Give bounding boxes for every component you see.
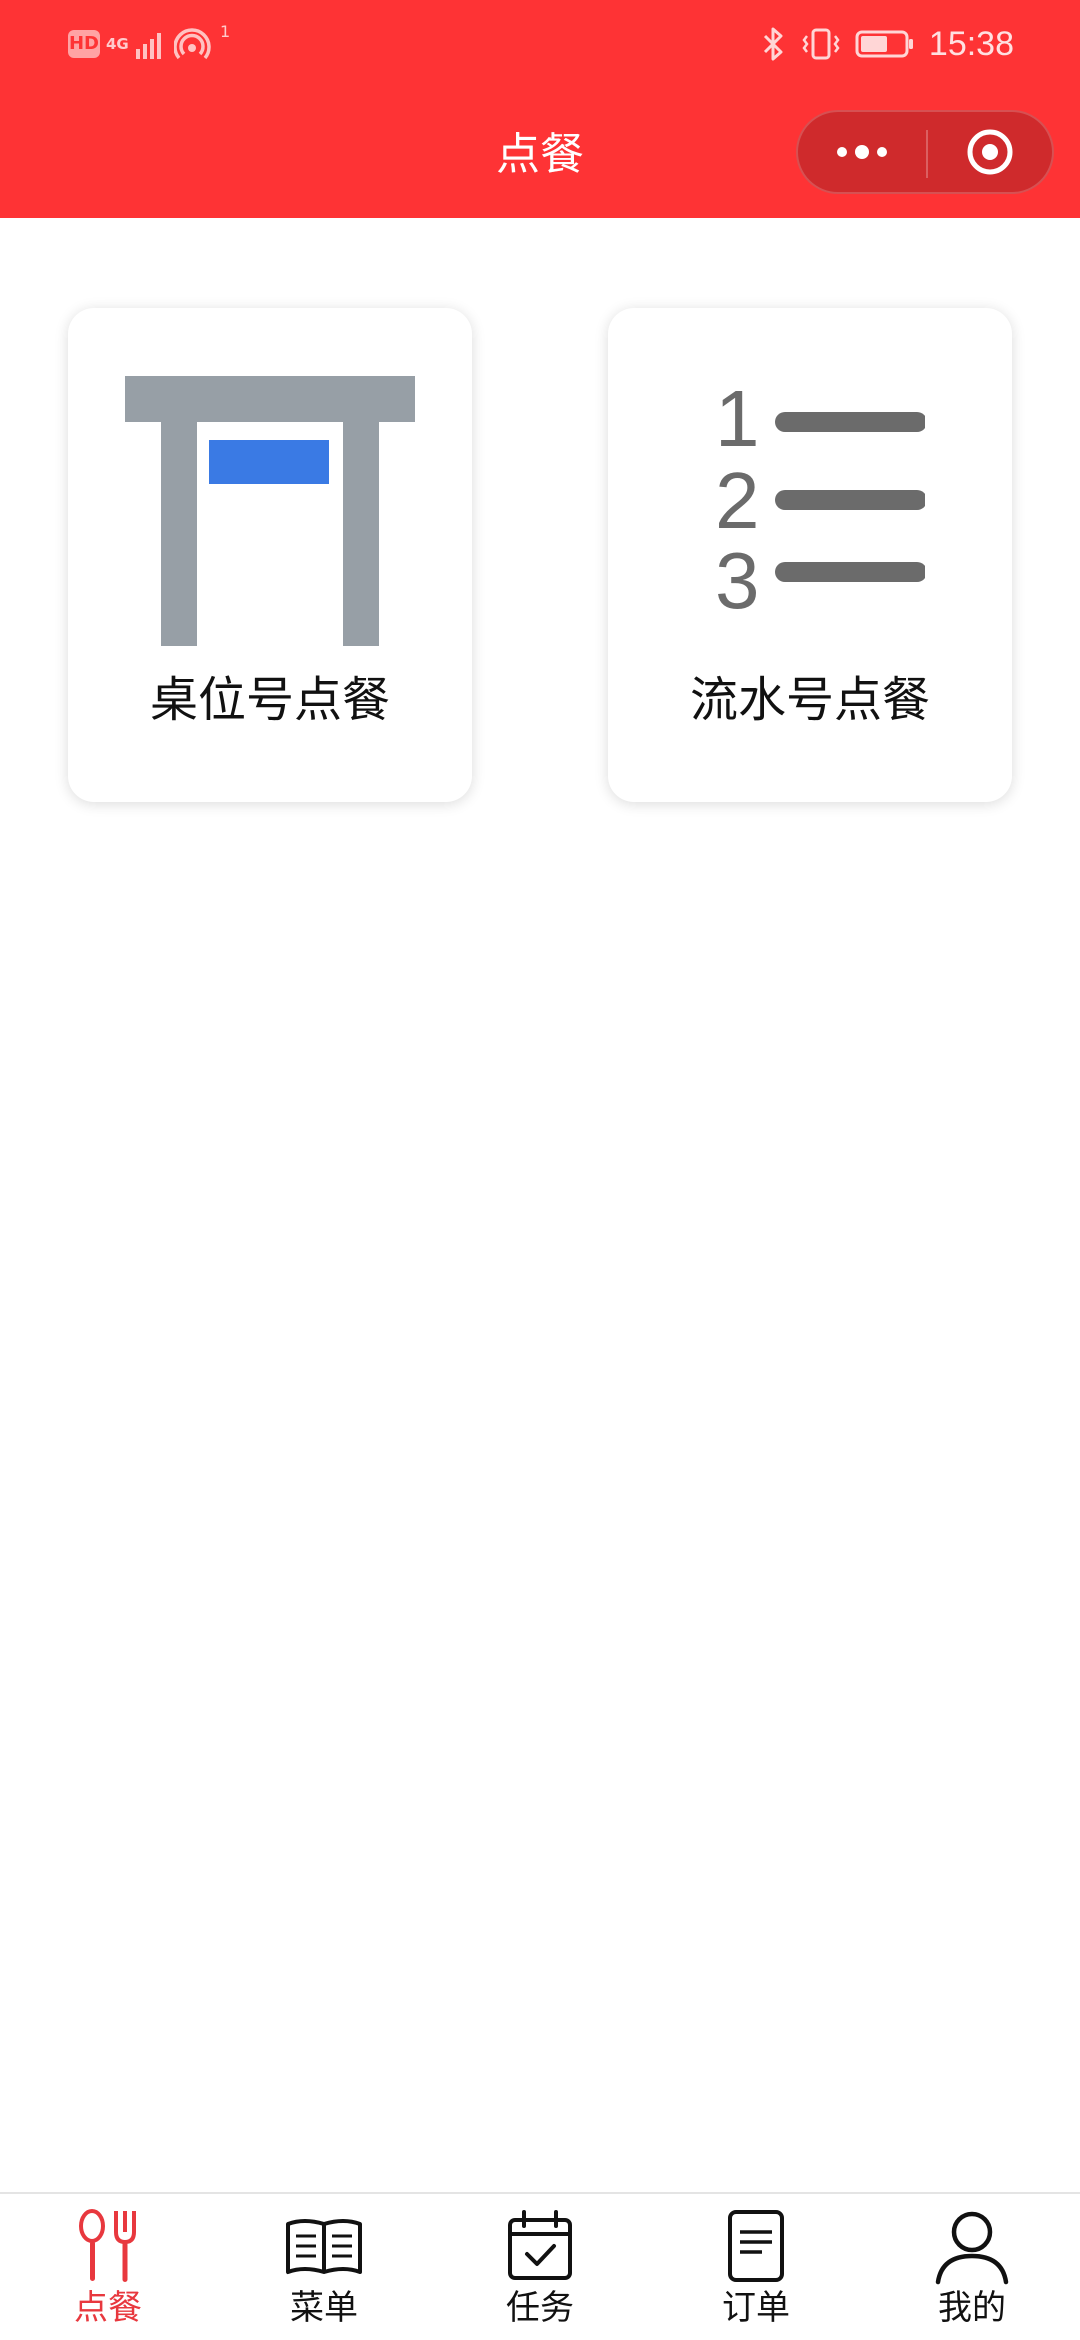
status-time: 15:38 <box>928 24 1014 63</box>
person-icon <box>932 2206 1012 2286</box>
more-dot-icon <box>877 147 887 157</box>
tab-order[interactable]: 点餐 <box>0 2194 216 2340</box>
status-bar: HD 4G 1 15:38 <box>0 0 1080 88</box>
tab-label: 我的 <box>938 2288 1006 2328</box>
close-miniprogram-button[interactable] <box>928 112 1052 192</box>
tab-label: 点餐 <box>74 2288 142 2328</box>
target-close-icon <box>967 129 1013 175</box>
table-number-order-card[interactable]: 桌位号点餐 <box>68 308 472 802</box>
list-number-2: 2 <box>715 456 760 545</box>
bluetooth-icon <box>763 27 783 61</box>
tab-label: 菜单 <box>290 2288 358 2328</box>
more-dot-icon <box>837 147 847 157</box>
battery-icon <box>855 30 913 58</box>
list-number-1: 1 <box>715 376 760 463</box>
signal-icon <box>136 33 161 59</box>
miniprogram-capsule <box>796 110 1054 194</box>
tab-orders[interactable]: 订单 <box>648 2194 864 2340</box>
network-type-label: 4G <box>106 34 129 53</box>
tab-label: 任务 <box>506 2288 574 2328</box>
serial-number-order-card[interactable]: 1 2 3 流水号点餐 <box>608 308 1012 802</box>
list-number-3: 3 <box>715 536 760 616</box>
status-right: 15:38 <box>761 22 1014 66</box>
hotspot-icon <box>174 28 211 60</box>
tab-tasks[interactable]: 任务 <box>432 2194 648 2340</box>
open-book-icon <box>284 2206 364 2286</box>
vibrate-icon <box>802 28 840 60</box>
bottom-tab-bar: 点餐 菜单 任务 订单 我的 <box>0 2192 1080 2340</box>
document-icon <box>716 2206 796 2286</box>
table-icon <box>125 376 415 650</box>
status-left: HD 4G 1 <box>68 22 242 66</box>
numbered-list-icon: 1 2 3 <box>695 374 927 625</box>
spoon-fork-icon <box>68 2206 148 2286</box>
calendar-check-icon <box>500 2206 580 2286</box>
app-header: HD 4G 1 15:38 点餐 <box>0 0 1080 218</box>
card-label: 桌位号点餐 <box>149 672 390 728</box>
more-button[interactable] <box>798 112 926 192</box>
tab-profile[interactable]: 我的 <box>864 2194 1080 2340</box>
card-label: 流水号点餐 <box>689 672 930 728</box>
more-dot-icon <box>855 145 869 159</box>
hotspot-count: 1 <box>220 21 231 41</box>
hd-badge: HD <box>68 30 100 58</box>
tab-label: 订单 <box>722 2288 790 2328</box>
tab-menu[interactable]: 菜单 <box>216 2194 432 2340</box>
